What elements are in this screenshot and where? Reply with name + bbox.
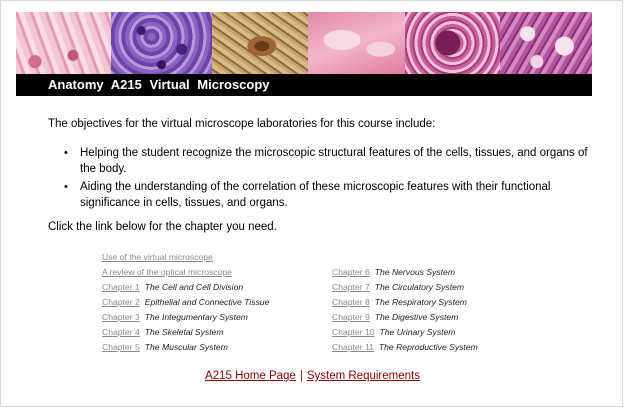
chapter-10-link[interactable]: Chapter 10 (332, 327, 375, 337)
intro-text: The objectives for the virtual microscop… (48, 118, 436, 130)
chapter-1-link[interactable]: Chapter 1 (102, 282, 140, 292)
neuron-image (212, 12, 308, 74)
chapter-title: The Respiratory System (374, 297, 467, 307)
page-title: Anatomy A215 Virtual Microscopy (16, 74, 592, 96)
footer: A215 Home Page | System Requirements (0, 370, 625, 382)
chapter-4-link[interactable]: Chapter 4 (102, 327, 140, 337)
list-item: Chapter 4 The Skeletal System (102, 325, 269, 340)
list-item: Chapter 11 The Reproductive System (332, 340, 478, 355)
use-virtual-microscope-link[interactable]: Use of the virtual microscope (102, 252, 213, 262)
list-item: Chapter 5 The Muscular System (102, 340, 269, 355)
cartilage-image (308, 12, 405, 74)
home-page-link[interactable]: A215 Home Page (205, 370, 296, 382)
list-item: Chapter 6 The Nervous System (332, 265, 478, 280)
chapter-9-link[interactable]: Chapter 9 (332, 312, 370, 322)
instruction-text: Click the link below for the chapter you… (48, 221, 277, 233)
review-optical-microscope-link[interactable]: A review of the optical microscope (102, 267, 232, 277)
footer-separator: | (299, 370, 303, 382)
list-item: Chapter 9 The Digestive System (332, 310, 478, 325)
gland-image (500, 12, 592, 74)
chapter-title: The Reproductive System (378, 342, 478, 352)
bullet-icon: • (64, 181, 68, 193)
list-item: Use of the virtual microscope (102, 250, 269, 265)
list-item: • Aiding the understanding of the correl… (64, 180, 599, 211)
chapter-title: The Integumentary System (144, 312, 248, 322)
chapter-title: The Digestive System (374, 312, 459, 322)
list-item: Chapter 1 The Cell and Cell Division (102, 280, 269, 295)
objective-text: Helping the student recognize the micros… (80, 147, 588, 175)
list-item: Chapter 8 The Respiratory System (332, 295, 478, 310)
chapter-title: The Urinary System (379, 327, 456, 337)
chapter-11-link[interactable]: Chapter 11 (332, 342, 374, 352)
chapter-links-left: Use of the virtual microscope A review o… (102, 250, 269, 355)
list-item: Chapter 2 Epithelial and Connective Tissu… (102, 295, 269, 310)
epithelium-image (16, 12, 111, 74)
system-requirements-link[interactable]: System Requirements (307, 370, 420, 382)
list-item: • Helping the student recognize the micr… (64, 146, 599, 177)
chapter-title: The Muscular System (144, 342, 228, 352)
list-item: Chapter 3 The Integumentary System (102, 310, 269, 325)
chapter-8-link[interactable]: Chapter 8 (332, 297, 370, 307)
chapter-title: The Circulatory System (374, 282, 465, 292)
chapter-7-link[interactable]: Chapter 7 (332, 282, 370, 292)
list-item: Chapter 7 The Circulatory System (332, 280, 478, 295)
list-item: A review of the optical microscope (102, 265, 269, 280)
cell-cluster-image (111, 12, 212, 74)
chapter-5-link[interactable]: Chapter 5 (102, 342, 140, 352)
objective-text: Aiding the understanding of the correlat… (80, 181, 551, 209)
chapter-title: The Skeletal System (144, 327, 224, 337)
chapter-title: The Cell and Cell Division (144, 282, 244, 292)
chapter-title: The Nervous System (374, 267, 455, 277)
list-item: Chapter 10 The Urinary System (332, 325, 478, 340)
chapter-2-link[interactable]: Chapter 2 (102, 297, 140, 307)
banner (16, 12, 592, 74)
bullet-icon: • (64, 147, 68, 159)
page: Anatomy A215 Virtual Microscopy The obje… (0, 0, 625, 409)
chapter-links-right: Chapter 6 The Nervous System Chapter 7 The… (332, 265, 478, 355)
glomerulus-image (405, 12, 500, 74)
chapter-3-link[interactable]: Chapter 3 (102, 312, 140, 322)
chapter-6-link[interactable]: Chapter 6 (332, 267, 370, 277)
chapter-title: Epithelial and Connective Tissue (144, 297, 270, 307)
objectives-list: • Helping the student recognize the micr… (64, 146, 599, 214)
